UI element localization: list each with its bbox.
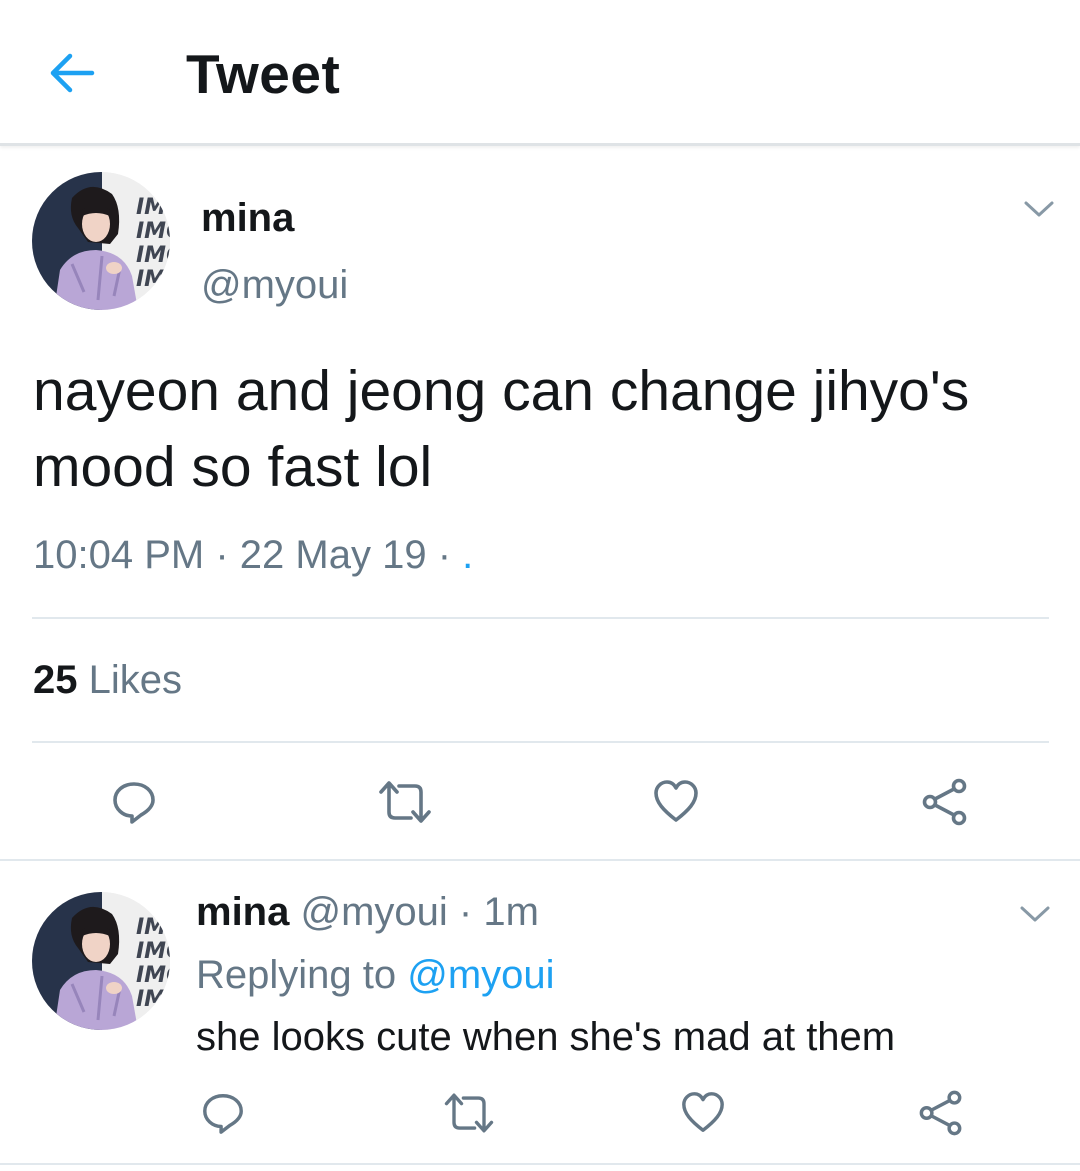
reply-menu-button[interactable] bbox=[1018, 903, 1052, 930]
chevron-down-icon bbox=[1020, 906, 1050, 922]
heart-icon bbox=[652, 778, 700, 826]
tweet-time: 10:04 PM bbox=[33, 533, 205, 577]
like-button[interactable] bbox=[652, 778, 700, 831]
tweet-date: 22 May 19 bbox=[239, 533, 427, 577]
reply-author-name[interactable]: mina bbox=[196, 890, 289, 934]
chevron-down-icon bbox=[1024, 201, 1054, 217]
likes-label: Likes bbox=[88, 658, 183, 702]
top-bar: Tweet bbox=[0, 0, 1080, 146]
replying-to: Replying to @myoui bbox=[196, 953, 555, 998]
likes-count[interactable]: 25 Likes bbox=[33, 658, 182, 703]
retweet-button[interactable] bbox=[373, 778, 437, 831]
divider bbox=[0, 859, 1080, 861]
divider bbox=[32, 617, 1049, 619]
retweet-icon bbox=[373, 778, 437, 826]
reply-header: mina @myoui · 1m bbox=[196, 890, 539, 935]
reply-share-button[interactable] bbox=[918, 1090, 964, 1141]
share-button[interactable] bbox=[921, 778, 969, 831]
reply-separator: · bbox=[458, 890, 473, 934]
retweet-icon bbox=[439, 1090, 499, 1136]
reply-retweet-button[interactable] bbox=[439, 1090, 499, 1141]
reply-avatar[interactable] bbox=[32, 892, 170, 1030]
reply-icon bbox=[200, 1090, 246, 1136]
heart-icon bbox=[680, 1090, 726, 1136]
meta-separator: · bbox=[437, 533, 452, 577]
tweet-timestamp: 10:04 PM · 22 May 19 · . bbox=[33, 533, 473, 578]
reply-reply-button[interactable] bbox=[200, 1090, 246, 1141]
page-title: Tweet bbox=[186, 43, 341, 105]
reply-text: she looks cute when she's mad at them bbox=[196, 1015, 896, 1059]
author-name[interactable]: mina bbox=[201, 196, 294, 241]
meta-separator: · bbox=[215, 533, 229, 577]
tweet-menu-button[interactable] bbox=[1022, 198, 1056, 225]
arrow-left-icon bbox=[50, 53, 95, 93]
source-link[interactable]: . bbox=[462, 533, 473, 577]
reply-button[interactable] bbox=[110, 778, 158, 831]
replying-to-link[interactable]: @myoui bbox=[407, 953, 554, 997]
divider bbox=[0, 1163, 1080, 1165]
reply-age: 1m bbox=[483, 890, 539, 934]
tweet-text: nayeon and jeong can change jihyo's mood… bbox=[33, 359, 970, 499]
reply-like-button[interactable] bbox=[680, 1090, 726, 1141]
share-icon bbox=[918, 1090, 964, 1136]
likes-number: 25 bbox=[33, 658, 78, 702]
replying-to-prefix: Replying to bbox=[196, 953, 397, 997]
reply-icon bbox=[110, 778, 158, 826]
author-handle[interactable]: @myoui bbox=[201, 263, 348, 308]
avatar[interactable] bbox=[32, 172, 170, 310]
divider bbox=[32, 741, 1049, 743]
share-icon bbox=[921, 778, 969, 826]
reply-author-handle[interactable]: @myoui bbox=[300, 890, 447, 934]
back-button[interactable] bbox=[48, 51, 96, 95]
